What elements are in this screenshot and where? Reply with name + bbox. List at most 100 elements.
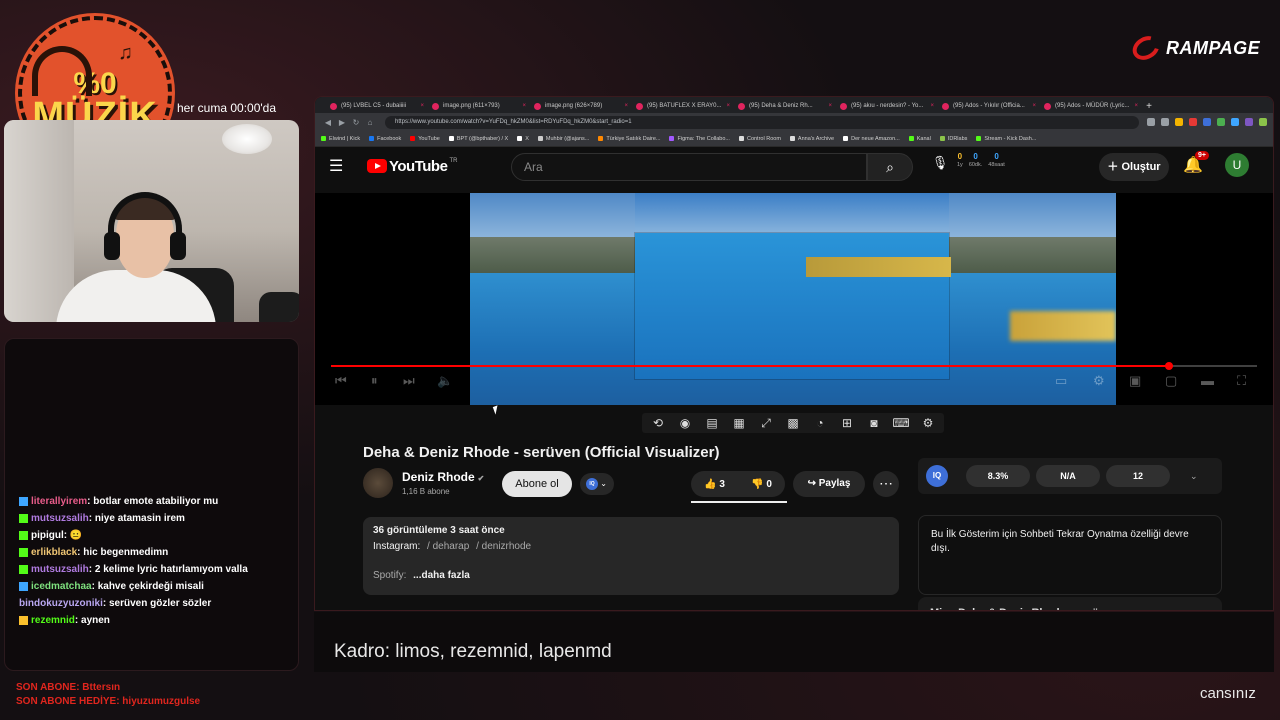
loop-icon[interactable]: ⟲	[648, 416, 668, 430]
browser-tab[interactable]: (95) akıu - nerdesin? - Yo... ×	[835, 100, 937, 113]
new-tab-button[interactable]: +	[1141, 100, 1157, 113]
close-icon[interactable]: ×	[1134, 100, 1138, 113]
channel-name[interactable]: Deniz Rhode ✔	[402, 470, 484, 484]
scrubber-handle[interactable]	[1165, 362, 1174, 370]
extension-icon[interactable]	[1203, 118, 1211, 126]
instagram-link[interactable]: / deharap	[427, 541, 469, 552]
search-icon[interactable]: ⌕	[867, 153, 913, 181]
gear-icon[interactable]: ⚙	[918, 416, 938, 430]
browser-tab[interactable]: (95) Ados - Yıkılır (Officia... ×	[937, 100, 1039, 113]
subscribe-button[interactable]: Abone ol	[502, 471, 572, 497]
instagram-link[interactable]: / denizrhode	[476, 541, 531, 552]
share-icon[interactable]	[1161, 118, 1169, 126]
bookmark-item[interactable]: Der neue Amazon...	[843, 136, 900, 142]
fullscreen-icon[interactable]: ⛶	[1237, 373, 1246, 389]
chat-username[interactable]: literallyirem	[31, 493, 87, 510]
theater-icon[interactable]: ▢	[1165, 373, 1177, 389]
more-icon[interactable]: ⋯	[873, 471, 899, 497]
close-icon[interactable]: ×	[420, 100, 424, 113]
bookmark-item[interactable]: Control Room	[738, 135, 781, 142]
video-frame[interactable]	[470, 193, 1116, 405]
menu-icon[interactable]: ☰	[329, 156, 353, 176]
show-more-link[interactable]: ...daha fazla	[413, 570, 470, 581]
chat-username[interactable]: rezemnid	[31, 612, 75, 629]
chat-username[interactable]: erlikblack	[31, 544, 77, 561]
frame-icon[interactable]: ▩	[783, 416, 803, 430]
reload-icon[interactable]: ↻	[349, 118, 363, 127]
bookmark-item[interactable]: X	[517, 136, 529, 142]
progress-bar[interactable]	[331, 362, 1257, 370]
extension-icon[interactable]	[1245, 118, 1253, 126]
next-icon[interactable]: ⏭	[403, 373, 415, 389]
bookmark-item[interactable]: Stream - Kick Dash...	[976, 136, 1036, 142]
search-input[interactable]: Ara	[511, 153, 867, 181]
bookmark-item[interactable]: Kanal	[908, 136, 931, 142]
zoom-icon[interactable]	[1147, 118, 1155, 126]
cast-icon[interactable]: ▬	[1201, 373, 1214, 388]
browser-tab[interactable]: image.png (626×789) ×	[529, 100, 631, 113]
forward-icon[interactable]: ▶	[335, 118, 349, 127]
keyboard-icon[interactable]: ⌨	[891, 416, 911, 430]
like-button[interactable]: 👍 3	[691, 479, 738, 490]
audio-icon[interactable]: ◉	[675, 416, 695, 430]
youtube-logo[interactable]: YouTube TR	[367, 158, 457, 175]
expand-icon[interactable]: ⤢	[756, 416, 776, 431]
chat-username[interactable]: icedmatchaa	[31, 578, 92, 595]
dislike-button[interactable]: 👎 0	[738, 479, 785, 490]
bookmark-item[interactable]: Elwind | Kick	[321, 136, 360, 142]
microphone-icon[interactable]: 🎙	[927, 155, 953, 179]
chat-username[interactable]: bindokuzyuzoniki	[19, 595, 103, 612]
chat-username[interactable]: mutsuzsalih	[31, 510, 89, 527]
miniplayer-icon[interactable]: ▣	[1129, 373, 1141, 389]
volume-icon[interactable]: 🔈	[437, 373, 453, 389]
url-input[interactable]: https://www.youtube.com/watch?v=YuFDq_hk…	[385, 115, 1139, 129]
description-box[interactable]: 36 görüntüleme 3 saat önce Instagram: / …	[363, 517, 899, 595]
mix-playlist-header[interactable]: Mix - Deha & Deniz Rhode - serüven	[918, 597, 1222, 610]
bookmark-item[interactable]: Figma: The Collabo...	[669, 136, 730, 142]
pause-icon[interactable]: ⏸	[371, 373, 378, 389]
close-icon[interactable]: ×	[726, 100, 730, 113]
avatar[interactable]: U	[1225, 153, 1249, 177]
extension-icon[interactable]	[1217, 118, 1225, 126]
screenshot-icon[interactable]: ▤	[702, 416, 722, 430]
browser-tab[interactable]: (95) LVBEL C5 - dubaiiiii ×	[325, 100, 427, 113]
add-icon[interactable]: ⊞	[837, 416, 857, 430]
browser-tab[interactable]: (95) BATUFLEX X ERAY0... ×	[631, 100, 733, 113]
channel-avatar[interactable]	[363, 468, 393, 498]
create-button[interactable]: ＋ Oluştur	[1099, 153, 1169, 181]
home-icon[interactable]: ⌂	[363, 118, 377, 127]
chat-username[interactable]: mutsuzsalih	[31, 561, 89, 578]
close-icon[interactable]: ×	[522, 100, 526, 113]
bookmark-item[interactable]: YouTube	[410, 136, 440, 142]
bookmark-item[interactable]: Muhbir (@ajans...	[537, 136, 589, 142]
close-icon[interactable]: ×	[828, 100, 832, 113]
bookmark-label: Control Room	[746, 135, 781, 142]
bookmark-item[interactable]: IDRlabs	[939, 136, 967, 142]
bookmark-item[interactable]: Facebook	[369, 136, 401, 142]
bookmark-item[interactable]: BPT (@bpthaber) / X	[448, 136, 508, 142]
speed-icon[interactable]: ◔	[810, 416, 830, 430]
chevron-down-icon[interactable]: ⌄	[1190, 471, 1198, 482]
iq-extension-button[interactable]: IQ ⌄	[580, 473, 614, 495]
star-icon[interactable]	[1175, 118, 1183, 126]
profile-icon[interactable]	[1259, 118, 1267, 126]
settings-icon[interactable]: ⚙	[1093, 373, 1105, 389]
close-icon[interactable]: ×	[930, 100, 934, 113]
subtitles-icon[interactable]: ▭	[1055, 373, 1067, 389]
camera-icon[interactable]: ◙	[864, 416, 884, 430]
close-icon[interactable]: ×	[624, 100, 628, 113]
clip-icon[interactable]: ▦	[729, 416, 749, 430]
back-icon[interactable]: ◀	[321, 118, 335, 127]
bookmark-item[interactable]: Anna's Archive	[789, 136, 834, 142]
video-player[interactable]: ⏮ ⏸ ⏭ 🔈 ▭ ⚙ ▣ ▢ ▬ ⛶	[315, 193, 1273, 405]
extension-icon[interactable]	[1189, 118, 1197, 126]
bookmark-item[interactable]: Türkiye Satılık Daire...	[598, 136, 660, 142]
extension-icon[interactable]	[1231, 118, 1239, 126]
browser-tab[interactable]: (95) Ados - MÜDÜR (Lyric... ×	[1039, 100, 1141, 113]
share-button[interactable]: ↪ Paylaş	[793, 471, 865, 497]
previous-icon[interactable]: ⏮	[335, 373, 347, 389]
chat-username[interactable]: pipigul	[31, 527, 64, 544]
browser-tab[interactable]: image.png (611×793) ×	[427, 100, 529, 113]
close-icon[interactable]: ×	[1032, 100, 1036, 113]
browser-tab[interactable]: (95) Deha & Deniz Rh... ×	[733, 100, 835, 113]
